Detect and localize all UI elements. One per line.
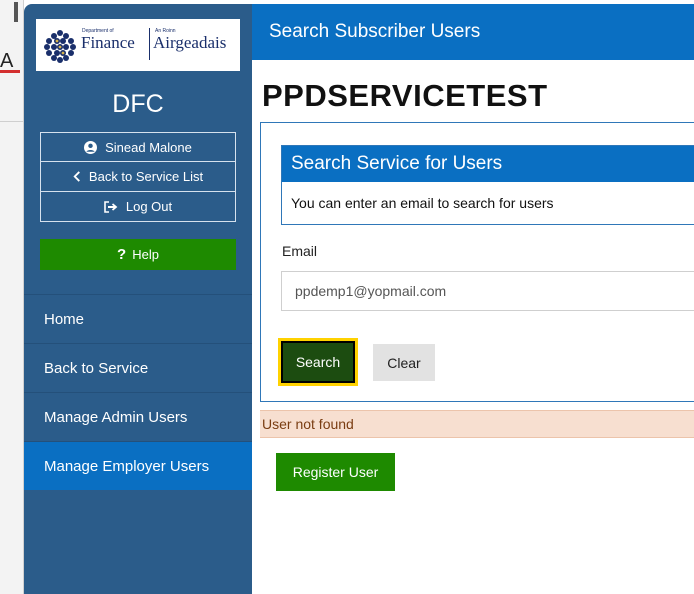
- email-label: Email: [282, 243, 318, 259]
- back-to-service-list-button[interactable]: Back to Service List: [40, 162, 236, 192]
- help-label: Help: [132, 247, 159, 262]
- logo-irish-name: Airgeadais: [153, 33, 227, 52]
- sidebar-item-manage-employer-users[interactable]: Manage Employer Users: [24, 441, 252, 490]
- user-circle-icon: [84, 140, 98, 154]
- department-logo: Department of Finance An Roinn Airgeadai…: [36, 19, 240, 71]
- search-button[interactable]: Search: [278, 338, 358, 386]
- header-title: Search Subscriber Users: [269, 21, 481, 42]
- status-alert: User not found: [260, 410, 694, 438]
- logo-dept-name: Finance: [81, 33, 135, 52]
- register-user-button[interactable]: Register User: [276, 453, 395, 491]
- page-header: Search Subscriber Users: [252, 4, 694, 60]
- sidebar-item-label: Home: [44, 310, 85, 328]
- chevron-left-icon: [73, 171, 81, 182]
- sign-out-icon: [104, 200, 118, 213]
- sidebar-nav: Home Back to Service Manage Admin Users …: [24, 294, 252, 490]
- search-button-label: Search: [281, 341, 355, 383]
- org-name: DFC: [112, 90, 164, 118]
- back-to-service-list-label: Back to Service List: [88, 169, 204, 184]
- sidebar-item-home[interactable]: Home: [24, 294, 252, 343]
- sidebar-item-manage-admin-users[interactable]: Manage Admin Users: [24, 392, 252, 441]
- user-profile-button[interactable]: Sinead Malone: [40, 132, 236, 162]
- card-title: Search Service for Users: [282, 146, 694, 182]
- help-button[interactable]: ? Help: [40, 239, 236, 270]
- search-panel: Search Service for Users You can enter a…: [260, 122, 694, 402]
- sidebar: Department of Finance An Roinn Airgeadai…: [24, 4, 252, 594]
- card-description: You can enter an email to search for use…: [291, 195, 554, 211]
- background-divider: [0, 121, 24, 122]
- sidebar-item-label: Manage Employer Users: [44, 457, 210, 475]
- page-title: PPDSERVICETEST: [262, 78, 548, 113]
- logout-label: Log Out: [125, 199, 173, 214]
- user-name: Sinead Malone: [105, 139, 192, 155]
- background-window: A: [0, 0, 24, 594]
- logo-emblem-icon: [44, 30, 76, 63]
- spellcheck-underline: [0, 70, 20, 73]
- logo-separator: [149, 28, 150, 60]
- logout-button[interactable]: Log Out: [40, 192, 236, 222]
- background-glyph-bar: [14, 2, 18, 22]
- question-icon: ?: [117, 246, 127, 263]
- sidebar-item-label: Manage Admin Users: [44, 408, 188, 426]
- sidebar-item-label: Back to Service: [44, 359, 149, 377]
- sidebar-item-back-to-service[interactable]: Back to Service: [24, 343, 252, 392]
- search-info-card: Search Service for Users You can enter a…: [281, 145, 694, 225]
- clear-button[interactable]: Clear: [373, 344, 435, 381]
- email-field[interactable]: [281, 271, 694, 311]
